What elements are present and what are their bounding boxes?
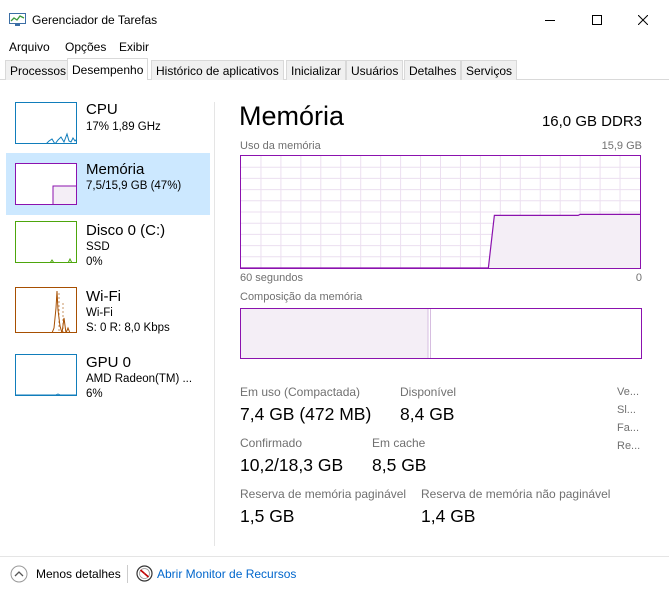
resource-detail: SSD	[86, 241, 110, 253]
speed-label: Ve...	[617, 386, 640, 398]
footer-separator	[127, 565, 128, 583]
tab-inicializar[interactable]: Inicializar	[286, 60, 347, 80]
memory-spec: 16,0 GB DDR3	[541, 113, 642, 130]
minimize-button[interactable]	[527, 6, 573, 34]
time-left-label: 60 segundos	[240, 272, 303, 284]
memory-composition-bar	[240, 308, 642, 359]
usage-max: 15,9 GB	[601, 140, 642, 152]
resource-monitor-icon	[136, 565, 153, 582]
memory-thumbnail	[15, 163, 77, 205]
resource-cpu[interactable]: CPU 17% 1,89 GHz	[6, 96, 210, 158]
reserved-label: Re...	[617, 440, 641, 452]
available-label: Disponível	[400, 385, 457, 399]
task-manager-icon	[9, 13, 26, 26]
tab-servicos[interactable]: Serviços	[461, 60, 518, 80]
form-factor-label: Fa...	[617, 422, 640, 434]
resource-detail-2: S: 0 R: 8,0 Kbps	[86, 322, 170, 334]
in-use-value: 7,4 GB (472 MB)	[240, 404, 372, 424]
resource-name: Memória	[86, 161, 145, 178]
resource-disk[interactable]: Disco 0 (C:) SSD 0%	[6, 219, 210, 281]
resource-detail-2: 6%	[86, 388, 103, 400]
tab-detalhes[interactable]: Detalhes	[404, 60, 462, 80]
cached-value: 8,5 GB	[372, 455, 427, 475]
available-value: 8,4 GB	[400, 404, 455, 424]
slots-label: Sl...	[617, 404, 636, 416]
tab-processos[interactable]: Processos	[5, 60, 72, 80]
page-title: Memória	[239, 101, 345, 131]
menu-arquivo[interactable]: Arquivo	[9, 40, 50, 54]
in-use-segment	[241, 309, 428, 358]
resource-name: GPU 0	[86, 354, 132, 371]
nonpaged-pool-label: Reserva de memória não paginável	[421, 487, 611, 501]
maximize-icon	[592, 15, 602, 25]
resource-wifi[interactable]: Wi-Fi Wi-Fi S: 0 R: 8,0 Kbps	[6, 285, 210, 347]
in-use-label: Em uso (Compactada)	[240, 385, 361, 399]
composition-label: Composição da memória	[240, 291, 363, 303]
cached-label: Em cache	[372, 436, 426, 450]
open-resource-monitor-link[interactable]: Abrir Monitor de Recursos	[157, 567, 296, 581]
minimize-icon	[545, 20, 555, 21]
time-right-label: 0	[635, 272, 642, 284]
usage-label: Uso da memória	[240, 140, 321, 152]
resource-list: CPU 17% 1,89 GHz Memória 7,5/15,9 GB (47…	[6, 96, 214, 546]
menu-opcoes[interactable]: Opções	[65, 40, 106, 54]
disk-thumbnail	[15, 221, 77, 263]
tab-historico[interactable]: Histórico de aplicativos	[151, 60, 284, 80]
fewer-details-button[interactable]: Menos detalhes	[36, 567, 121, 581]
committed-label: Confirmado	[240, 436, 303, 450]
menu-bar: Arquivo Opções Exibir	[0, 38, 669, 56]
resource-memory[interactable]: Memória 7,5/15,9 GB (47%)	[6, 153, 210, 215]
resource-detail: Wi-Fi	[86, 307, 113, 319]
menu-exibir[interactable]: Exibir	[119, 40, 149, 54]
paged-pool-value: 1,5 GB	[240, 506, 295, 526]
resource-gpu[interactable]: GPU 0 AMD Radeon(TM) ... 6%	[6, 351, 210, 413]
nonpaged-pool-value: 1,4 GB	[421, 506, 476, 526]
tab-usuarios[interactable]: Usuários	[346, 60, 404, 80]
tab-bar: Processos Desempenho Histórico de aplica…	[0, 58, 669, 80]
committed-value: 10,2/18,3 GB	[240, 455, 344, 475]
footer: Menos detalhes Abrir Monitor de Recursos	[0, 556, 669, 596]
title-bar[interactable]: Gerenciador de Tarefas	[0, 0, 669, 38]
resource-name: CPU	[86, 101, 118, 118]
maximize-button[interactable]	[574, 6, 620, 34]
resource-detail: 7,5/15,9 GB (47%)	[86, 180, 182, 192]
resource-detail: 17% 1,89 GHz	[86, 121, 161, 133]
gpu-thumbnail	[15, 354, 77, 396]
resource-detail-2: 0%	[86, 256, 103, 268]
resource-name: Disco 0 (C:)	[86, 222, 166, 239]
resource-detail: AMD Radeon(TM) ...	[86, 373, 193, 385]
cpu-thumbnail	[15, 102, 77, 144]
wifi-thumbnail	[15, 287, 77, 333]
close-icon	[638, 15, 648, 25]
tab-desempenho[interactable]: Desempenho	[67, 58, 149, 80]
close-button[interactable]	[620, 6, 666, 34]
window-title: Gerenciador de Tarefas	[32, 13, 158, 27]
usage-area	[488, 214, 640, 268]
chevron-up-icon[interactable]	[10, 565, 28, 583]
pane-divider[interactable]	[214, 102, 215, 546]
memory-usage-graph	[240, 155, 641, 269]
paged-pool-label: Reserva de memória paginável	[240, 487, 407, 501]
resource-name: Wi-Fi	[86, 288, 121, 305]
